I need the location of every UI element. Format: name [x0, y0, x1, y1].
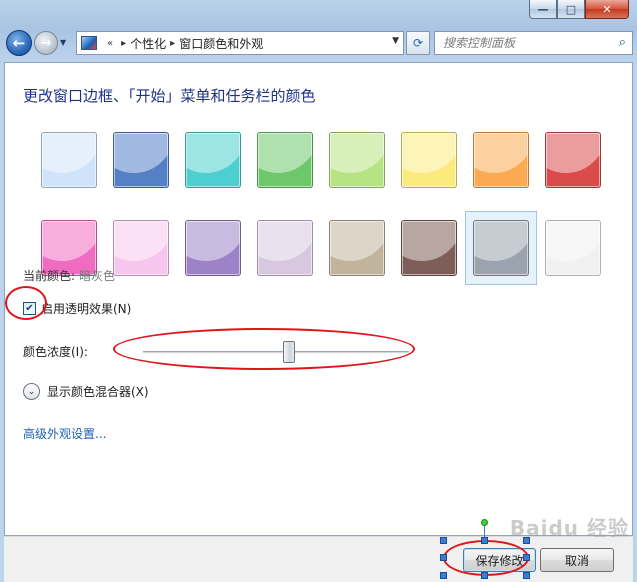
color-swatch-chocolate[interactable]: [393, 211, 465, 285]
current-color-value: 暗灰色: [79, 269, 116, 283]
transparency-label[interactable]: 启用透明效果(N): [41, 300, 131, 317]
swatch-tile[interactable]: [329, 132, 385, 188]
breadcrumb-window-color[interactable]: 窗口颜色和外观: [179, 35, 263, 52]
minimize-button[interactable]: —: [529, 0, 557, 19]
refresh-button[interactable]: ⟳: [406, 31, 430, 55]
maximize-button[interactable]: □: [557, 0, 585, 19]
transparency-option[interactable]: ✔ 启用透明效果(N): [23, 300, 131, 317]
search-input[interactable]: [443, 36, 613, 50]
footer-bar: 保存修改 取消: [4, 536, 633, 582]
slider-thumb[interactable]: [282, 341, 295, 363]
swatch-tile[interactable]: [185, 132, 241, 188]
refresh-icon: ⟳: [412, 36, 424, 50]
color-swatch-sea[interactable]: [177, 123, 249, 197]
color-swatch-grid: [33, 123, 613, 285]
cancel-button[interactable]: 取消: [540, 548, 614, 572]
selection-handle: [440, 554, 447, 561]
swatch-tile[interactable]: [257, 220, 313, 276]
search-box: ⌕: [434, 31, 633, 55]
breadcrumb-overflow[interactable]: «: [107, 38, 113, 49]
color-swatch-lime[interactable]: [321, 123, 393, 197]
swatch-tile[interactable]: [185, 220, 241, 276]
color-mixer-toggle[interactable]: ⌄ 显示颜色混合器(X): [23, 383, 149, 400]
search-icon[interactable]: ⌕: [619, 35, 626, 50]
navigation-bar: ← → ▼ « ▸ 个性化 ▸ 窗口颜色和外观 ▼ ⟳ ⌕: [4, 30, 633, 58]
close-button[interactable]: ✕: [585, 0, 629, 19]
history-dropdown-icon[interactable]: ▼: [60, 38, 66, 47]
color-swatch-sky[interactable]: [33, 123, 105, 197]
color-swatch-twilight[interactable]: [105, 123, 177, 197]
color-intensity-label: 颜色浓度(I):: [23, 345, 88, 359]
address-dropdown-icon[interactable]: ▼: [392, 36, 399, 46]
color-swatch-lavender[interactable]: [249, 211, 321, 285]
swatch-tile[interactable]: [257, 132, 313, 188]
swatch-tile[interactable]: [41, 132, 97, 188]
advanced-appearance-link[interactable]: 高级外观设置...: [23, 425, 106, 442]
swatch-tile[interactable]: [113, 220, 169, 276]
transparency-checkbox[interactable]: ✔: [23, 302, 36, 315]
back-button[interactable]: ←: [6, 30, 32, 56]
arrow-right-icon: →: [40, 35, 52, 51]
page-title: 更改窗口边框、「开始」菜单和任务栏的颜色: [23, 87, 316, 105]
color-swatch-ruby[interactable]: [537, 123, 609, 197]
swatch-tile[interactable]: [401, 132, 457, 188]
forward-button[interactable]: →: [34, 31, 58, 55]
color-swatch-leaf[interactable]: [249, 123, 321, 197]
swatch-tile[interactable]: [545, 132, 601, 188]
color-swatch-tangerine[interactable]: [465, 123, 537, 197]
color-swatch-frost[interactable]: [537, 211, 609, 285]
chevron-down-icon[interactable]: ⌄: [23, 383, 40, 400]
color-intensity-row: 颜色浓度(I):: [23, 339, 623, 363]
color-mixer-label[interactable]: 显示颜色混合器(X): [47, 383, 149, 400]
selection-handle: [481, 537, 488, 544]
current-color-label: 当前颜色:: [23, 269, 76, 283]
color-swatch-taupe[interactable]: [321, 211, 393, 285]
selection-handle: [523, 554, 530, 561]
rotation-handle: [481, 519, 488, 526]
address-bar[interactable]: « ▸ 个性化 ▸ 窗口颜色和外观 ▼: [76, 31, 404, 55]
swatch-tile[interactable]: [545, 220, 601, 276]
color-swatch-slate[interactable]: [465, 211, 537, 285]
watermark: Baidu 经验: [509, 516, 629, 540]
current-color: 当前颜色: 暗灰色: [23, 267, 115, 284]
caption-buttons: — □ ✕: [529, 0, 629, 20]
selection-handle: [481, 572, 488, 579]
arrow-left-icon: ←: [12, 34, 26, 52]
color-intensity-slider[interactable]: [143, 351, 409, 354]
breadcrumb-separator[interactable]: ▸: [170, 38, 175, 49]
content-pane: 更改窗口边框、「开始」菜单和任务栏的颜色 当前颜色: 暗灰色 ✔ 启用透明效果(N…: [4, 62, 633, 536]
color-swatch-pumpkin-yellow[interactable]: [393, 123, 465, 197]
swatch-tile[interactable]: [113, 132, 169, 188]
selection-handle: [523, 572, 530, 579]
swatch-tile[interactable]: [401, 220, 457, 276]
breadcrumb-separator[interactable]: ▸: [121, 38, 126, 49]
swatch-tile[interactable]: [473, 220, 529, 276]
selection-handle: [440, 537, 447, 544]
selection-handle: [440, 572, 447, 579]
color-swatch-blush[interactable]: [105, 211, 177, 285]
swatch-tile[interactable]: [329, 220, 385, 276]
breadcrumb-personalization[interactable]: 个性化: [130, 35, 166, 52]
control-panel-icon: [81, 36, 97, 50]
swatch-tile[interactable]: [473, 132, 529, 188]
color-swatch-violet[interactable]: [177, 211, 249, 285]
